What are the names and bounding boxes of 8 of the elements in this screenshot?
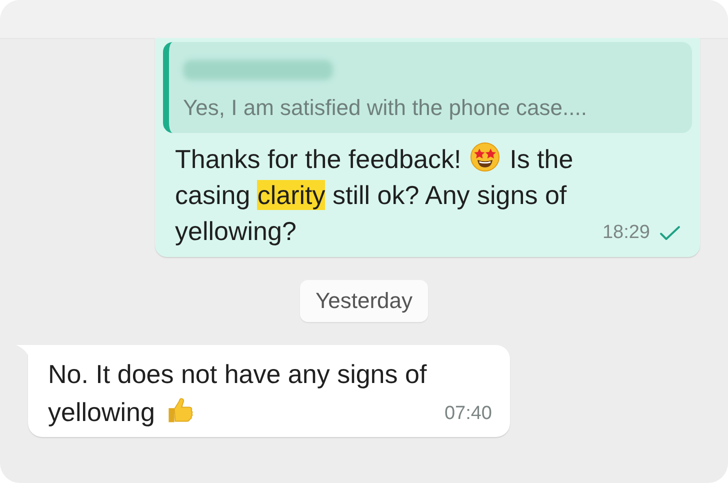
- star-struck-emoji-icon: [470, 142, 500, 172]
- message-text: No. It does not have any signs of yellowing: [47, 358, 428, 429]
- quoted-text: Yes, I am satisfied with the phone case....: [183, 94, 588, 122]
- message-time: 07:40: [444, 403, 492, 425]
- message-text: Thanks for the feedback! Is the casing clarity still ok? Any signs of yellowing?: [174, 141, 574, 248]
- quoted-message[interactable]: Yes, I am satisfied with the phone case....: [163, 42, 692, 133]
- date-label: Yesterday: [300, 280, 428, 322]
- message-time: 18:29: [602, 222, 650, 244]
